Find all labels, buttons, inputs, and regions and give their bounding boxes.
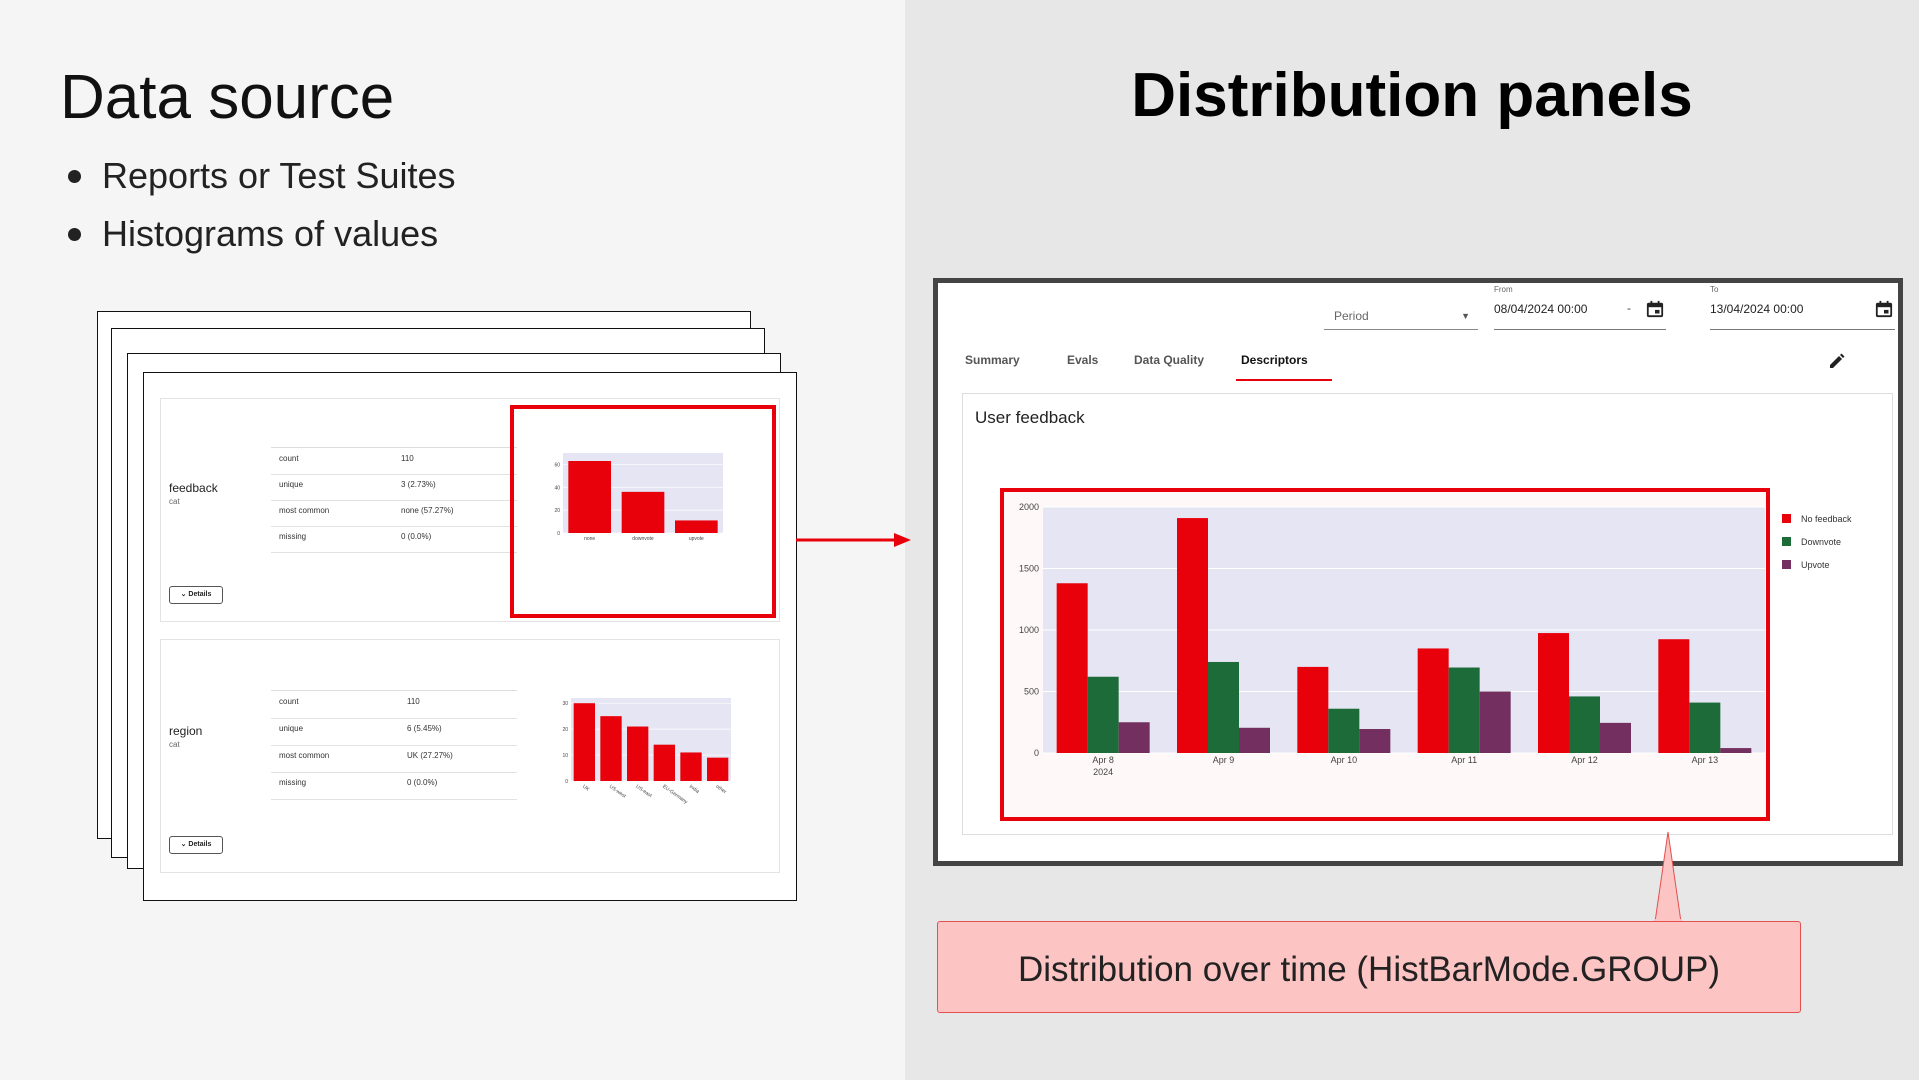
bar bbox=[1208, 661, 1239, 753]
bar bbox=[1569, 696, 1600, 753]
region-histogram: 0 10 20 30 UK US-west US-east EU-Germany India ot… bbox=[562, 698, 731, 806]
legend-swatch bbox=[1782, 514, 1791, 523]
legend-label: No feedback bbox=[1801, 514, 1852, 524]
stat-row: unique 6 (5.45%) bbox=[271, 718, 517, 746]
y-tick-label: 2000 bbox=[1019, 502, 1039, 512]
bar bbox=[1056, 583, 1088, 753]
bullet-item: Histograms of values bbox=[62, 213, 456, 271]
bar bbox=[1118, 722, 1150, 753]
stat-row: count 110 bbox=[271, 691, 517, 719]
legend-label: Upvote bbox=[1801, 560, 1830, 570]
bar bbox=[1600, 722, 1631, 753]
details-button[interactable]: ⌄ Details bbox=[169, 836, 223, 854]
bar bbox=[1448, 667, 1480, 753]
details-button[interactable]: ⌄ Details bbox=[169, 586, 223, 604]
stat-row: missing 0 (0.0%) bbox=[271, 772, 517, 800]
bar bbox=[627, 726, 649, 781]
x-tick-label: other bbox=[715, 784, 728, 796]
feature-card-region: region cat count 110 unique 6 (5.45%) most… bbox=[160, 639, 780, 873]
stats-table: count 110 unique 3 (2.73%) most common none… bbox=[271, 447, 517, 553]
active-tab-indicator bbox=[1236, 379, 1332, 381]
from-date-field[interactable]: From 08/04/2024 00:00 bbox=[1494, 285, 1666, 330]
x-tick-label: Apr 9 bbox=[1213, 755, 1235, 765]
legend-swatch bbox=[1782, 537, 1791, 546]
bar bbox=[1177, 518, 1208, 753]
bar bbox=[1328, 708, 1360, 753]
bar bbox=[1359, 729, 1391, 753]
calendar-icon[interactable] bbox=[1875, 300, 1893, 318]
x-tick-label: UK bbox=[581, 784, 591, 793]
bar bbox=[1239, 727, 1270, 753]
date-separator: - bbox=[1627, 301, 1631, 315]
period-select[interactable]: Period ▼ bbox=[1324, 295, 1478, 330]
x-tick-label: Apr 13 bbox=[1692, 755, 1719, 765]
x-tick-sublabel: 2024 bbox=[1093, 767, 1113, 777]
y-tick-label: 10 bbox=[562, 753, 568, 759]
legend-label: Downvote bbox=[1801, 537, 1841, 547]
feature-name: region bbox=[169, 724, 203, 738]
bullet-item: Reports or Test Suites bbox=[62, 155, 456, 213]
arrow-right-icon bbox=[796, 533, 911, 547]
x-tick-label: Apr 8 bbox=[1092, 755, 1114, 765]
bullet-dot-icon bbox=[68, 228, 81, 241]
callout-pointer bbox=[1654, 831, 1682, 922]
tab-data-quality[interactable]: Data Quality bbox=[1134, 353, 1204, 367]
edit-pencil-icon[interactable] bbox=[1827, 351, 1847, 371]
data-source-heading: Data source bbox=[60, 63, 395, 132]
y-tick-label: 1500 bbox=[1019, 564, 1039, 574]
callout-text: Distribution over time (HistBarMode.GROU… bbox=[1017, 950, 1721, 989]
distribution-panels-heading: Distribution panels bbox=[1131, 61, 1693, 130]
bar bbox=[1720, 748, 1752, 753]
to-date-field[interactable]: To 13/04/2024 00:00 bbox=[1710, 285, 1895, 330]
bar bbox=[600, 716, 622, 781]
bar bbox=[1479, 691, 1511, 753]
y-tick-label: 30 bbox=[562, 701, 568, 707]
bar bbox=[573, 703, 595, 781]
user-feedback-grouped-bar-chart: 0 500 1000 1500 2000 Apr 8 2024 Apr 9 Apr 10 Apr … bbox=[1019, 502, 1852, 777]
tab-summary[interactable]: Summary bbox=[965, 353, 1020, 367]
y-tick-label: 500 bbox=[1024, 687, 1039, 697]
stat-row: most common UK (27.27%) bbox=[271, 745, 517, 773]
stat-row: most common none (57.27%) bbox=[271, 500, 517, 527]
bar bbox=[1658, 639, 1690, 753]
bar bbox=[1689, 702, 1721, 753]
y-tick-label: 1000 bbox=[1019, 625, 1039, 635]
bullet-dot-icon bbox=[68, 170, 81, 183]
x-tick-label: Apr 12 bbox=[1571, 755, 1598, 765]
data-source-bullets: Reports or Test Suites Histograms of val… bbox=[62, 155, 456, 271]
y-tick-label: 0 bbox=[1034, 748, 1039, 758]
x-tick-label: EU-Germany bbox=[661, 784, 689, 806]
bar bbox=[1087, 676, 1119, 753]
y-tick-label: 0 bbox=[565, 779, 568, 785]
panel-title: User feedback bbox=[975, 408, 1085, 427]
bar bbox=[653, 744, 675, 781]
x-tick-label: India bbox=[688, 784, 701, 795]
bar bbox=[1297, 666, 1329, 753]
bar bbox=[707, 757, 729, 781]
callout-box: Distribution over time (HistBarMode.GROU… bbox=[937, 921, 1801, 1013]
x-tick-label: Apr 10 bbox=[1331, 755, 1358, 765]
y-tick-label: 20 bbox=[562, 727, 568, 733]
tab-evals[interactable]: Evals bbox=[1067, 353, 1098, 367]
bar bbox=[1417, 648, 1449, 753]
feature-name: feedback bbox=[169, 481, 218, 495]
stat-row: missing 0 (0.0%) bbox=[271, 526, 517, 553]
calendar-icon[interactable] bbox=[1646, 300, 1664, 318]
x-tick-label: US-east bbox=[635, 784, 654, 800]
legend-swatch bbox=[1782, 560, 1791, 569]
source-highlight-box bbox=[510, 405, 776, 618]
x-tick-label: Apr 11 bbox=[1451, 755, 1477, 765]
feature-type: cat bbox=[169, 497, 180, 506]
bar bbox=[1538, 633, 1569, 753]
stat-row: unique 3 (2.73%) bbox=[271, 474, 517, 501]
x-tick-label: US-west bbox=[608, 784, 627, 800]
caret-down-icon: ▼ bbox=[1461, 311, 1470, 321]
stats-table: count 110 unique 6 (5.45%) most common UK (… bbox=[271, 690, 517, 800]
stat-row: count 110 bbox=[271, 448, 517, 475]
bar bbox=[680, 752, 702, 781]
feature-type: cat bbox=[169, 740, 180, 749]
tab-descriptors[interactable]: Descriptors bbox=[1241, 353, 1308, 367]
